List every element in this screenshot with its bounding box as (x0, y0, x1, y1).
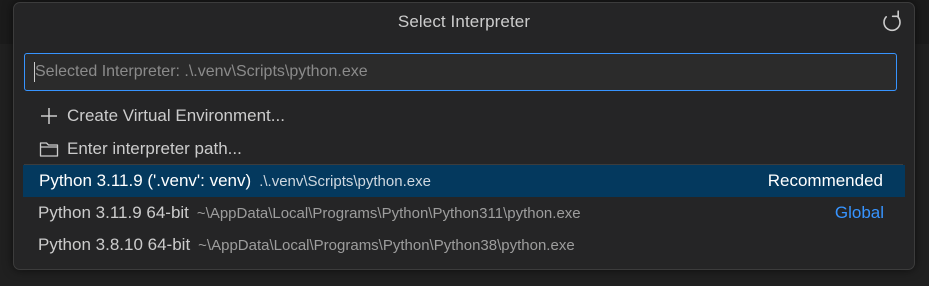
text-caret (34, 62, 35, 82)
folder-icon (39, 139, 59, 159)
quick-pick-title: Select Interpreter (397, 12, 531, 31)
interpreter-item-python311[interactable]: Python 3.11.9 64-bit ~\AppData\Local\Pro… (14, 197, 914, 229)
enter-interpreter-path-label: Enter interpreter path... (67, 138, 242, 158)
interpreter-name: Python 3.8.10 64-bit (38, 235, 191, 254)
plus-icon (39, 106, 59, 126)
interpreter-path: .\.venv\Scripts\python.exe (259, 172, 431, 190)
interpreter-search-input[interactable] (25, 54, 896, 90)
interpreter-list: Create Virtual Environment... Enter inte… (14, 99, 914, 261)
interpreter-name: Python 3.11.9 ('.venv': venv) (39, 171, 252, 190)
quick-pick-title-bar: Select Interpreter (14, 3, 914, 41)
global-badge: Global (834, 203, 884, 222)
quick-pick-panel: Select Interpreter Create Virtual Enviro… (13, 2, 915, 270)
recommended-badge: Recommended (767, 171, 883, 190)
create-virtual-environment-item[interactable]: Create Virtual Environment... (14, 99, 914, 132)
interpreter-item-python38[interactable]: Python 3.8.10 64-bit ~\AppData\Local\Pro… (14, 229, 914, 261)
interpreter-path: ~\AppData\Local\Programs\Python\Python38… (198, 236, 575, 254)
interpreter-item-venv[interactable]: Python 3.11.9 ('.venv': venv) .\.venv\Sc… (23, 165, 905, 197)
refresh-icon[interactable] (880, 10, 904, 34)
interpreter-name: Python 3.11.9 64-bit (38, 203, 189, 222)
create-virtual-environment-label: Create Virtual Environment... (67, 105, 285, 125)
enter-interpreter-path-item[interactable]: Enter interpreter path... (14, 132, 914, 165)
search-input-container (24, 53, 897, 91)
interpreter-path: ~\AppData\Local\Programs\Python\Python31… (196, 204, 581, 222)
